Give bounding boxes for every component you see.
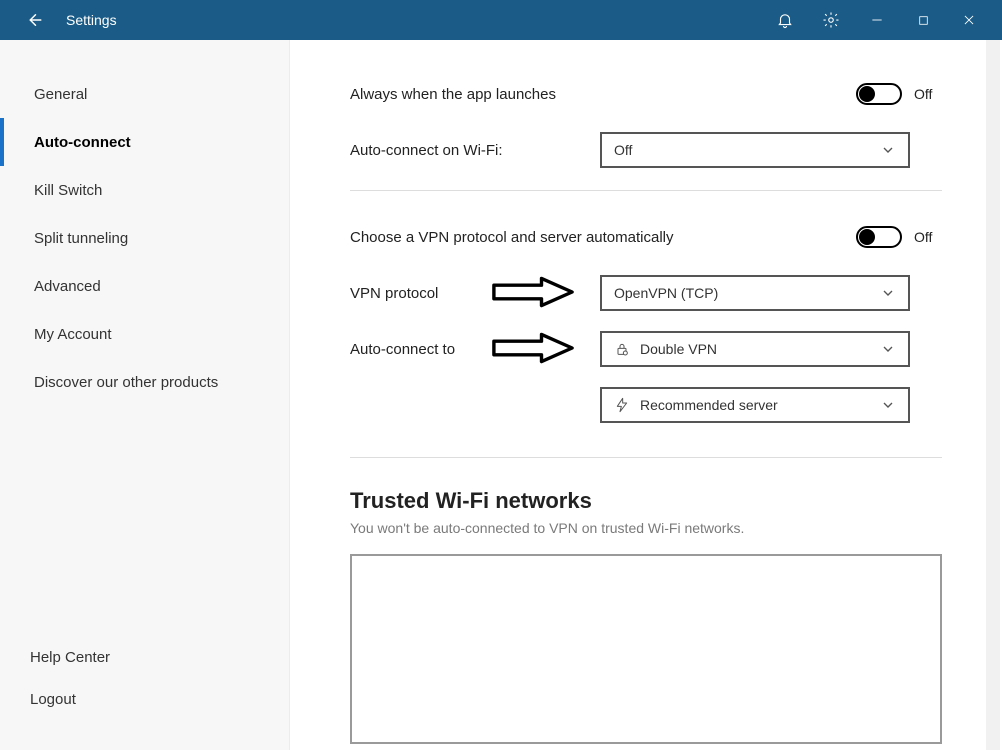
trusted-wifi-title: Trusted Wi-Fi networks xyxy=(350,488,942,514)
auto-protocol-toggle-wrap: Off xyxy=(856,226,942,248)
row-auto-connect-wifi: Auto-connect on Wi-Fi: Off xyxy=(350,122,942,178)
minimize-button[interactable] xyxy=(854,0,900,40)
vpn-protocol-select[interactable]: OpenVPN (TCP) xyxy=(600,275,910,311)
row-vpn-protocol: VPN protocol OpenVPN (TCP) xyxy=(350,265,942,321)
titlebar: Settings xyxy=(0,0,1002,40)
auto-connect-to-select[interactable]: Double VPN xyxy=(600,331,910,367)
always-launch-toggle[interactable] xyxy=(856,83,902,105)
sidebar-item-kill-switch[interactable]: Kill Switch xyxy=(0,166,289,214)
auto-connect-to-label: Auto-connect to xyxy=(350,341,580,358)
trusted-wifi-list[interactable] xyxy=(350,554,942,744)
help-center-link[interactable]: Help Center xyxy=(30,636,289,678)
divider xyxy=(350,190,942,191)
sidebar-nav: General Auto-connect Kill Switch Split t… xyxy=(0,70,289,636)
close-icon xyxy=(962,13,976,27)
titlebar-left: Settings xyxy=(0,6,117,34)
sidebar-item-label: Discover our other products xyxy=(34,374,218,391)
chevron-down-icon xyxy=(880,397,896,413)
sidebar-item-label: Kill Switch xyxy=(34,182,102,199)
divider xyxy=(350,457,942,458)
auto-protocol-state: Off xyxy=(914,229,942,245)
titlebar-right xyxy=(762,0,992,40)
wifi-select-value: Off xyxy=(614,142,632,158)
lock-icon xyxy=(614,341,630,357)
scrollbar-track[interactable] xyxy=(986,40,1000,750)
sidebar-item-label: Split tunneling xyxy=(34,230,128,247)
chevron-down-icon xyxy=(880,142,896,158)
wifi-select[interactable]: Off xyxy=(600,132,910,168)
toggle-knob xyxy=(859,86,875,102)
sidebar-item-label: Advanced xyxy=(34,278,101,295)
sidebar: General Auto-connect Kill Switch Split t… xyxy=(0,40,290,750)
window-title: Settings xyxy=(66,12,117,28)
arrow-left-icon xyxy=(25,11,43,29)
auto-protocol-toggle[interactable] xyxy=(856,226,902,248)
sidebar-item-auto-connect[interactable]: Auto-connect xyxy=(0,118,289,166)
sidebar-item-label: Auto-connect xyxy=(34,134,131,151)
sidebar-bottom: Help Center Logout xyxy=(0,636,289,750)
close-button[interactable] xyxy=(946,0,992,40)
settings-gear-button[interactable] xyxy=(808,0,854,40)
vpn-protocol-value: OpenVPN (TCP) xyxy=(614,285,718,301)
auto-protocol-label: Choose a VPN protocol and server automat… xyxy=(350,229,790,246)
logout-link[interactable]: Logout xyxy=(30,678,289,720)
app-body: General Auto-connect Kill Switch Split t… xyxy=(0,40,1002,750)
toggle-knob xyxy=(859,229,875,245)
sidebar-item-advanced[interactable]: Advanced xyxy=(0,262,289,310)
row-auto-connect-to: Auto-connect to Double VPN xyxy=(350,321,942,377)
always-launch-state: Off xyxy=(914,86,942,102)
gear-icon xyxy=(822,11,840,29)
maximize-icon xyxy=(917,14,930,27)
sidebar-item-my-account[interactable]: My Account xyxy=(0,310,289,358)
auto-connect-to-value: Double VPN xyxy=(640,341,717,357)
always-launch-label: Always when the app launches xyxy=(350,86,790,103)
notifications-button[interactable] xyxy=(762,0,808,40)
back-button[interactable] xyxy=(20,6,48,34)
minimize-icon xyxy=(870,13,884,27)
vpn-protocol-label: VPN protocol xyxy=(350,285,580,302)
sidebar-item-split-tunneling[interactable]: Split tunneling xyxy=(0,214,289,262)
logout-label: Logout xyxy=(30,691,76,708)
sidebar-item-label: My Account xyxy=(34,326,112,343)
sidebar-item-label: General xyxy=(34,86,87,103)
maximize-button[interactable] xyxy=(900,0,946,40)
lightning-icon xyxy=(614,397,630,413)
chevron-down-icon xyxy=(880,285,896,301)
row-auto-protocol: Choose a VPN protocol and server automat… xyxy=(350,209,942,265)
sidebar-item-discover-products[interactable]: Discover our other products xyxy=(0,358,289,406)
bell-icon xyxy=(776,11,794,29)
trusted-wifi-subtitle: You won't be auto-connected to VPN on tr… xyxy=(350,520,942,536)
help-center-label: Help Center xyxy=(30,649,110,666)
row-always-launch: Always when the app launches Off xyxy=(350,66,942,122)
wifi-label: Auto-connect on Wi-Fi: xyxy=(350,142,580,159)
always-launch-toggle-wrap: Off xyxy=(856,83,942,105)
main-content: Always when the app launches Off Auto-co… xyxy=(290,40,1002,750)
row-recommended-server: Recommended server xyxy=(350,377,942,433)
chevron-down-icon xyxy=(880,341,896,357)
sidebar-item-general[interactable]: General xyxy=(0,70,289,118)
recommended-server-value: Recommended server xyxy=(640,397,778,413)
recommended-server-select[interactable]: Recommended server xyxy=(600,387,910,423)
